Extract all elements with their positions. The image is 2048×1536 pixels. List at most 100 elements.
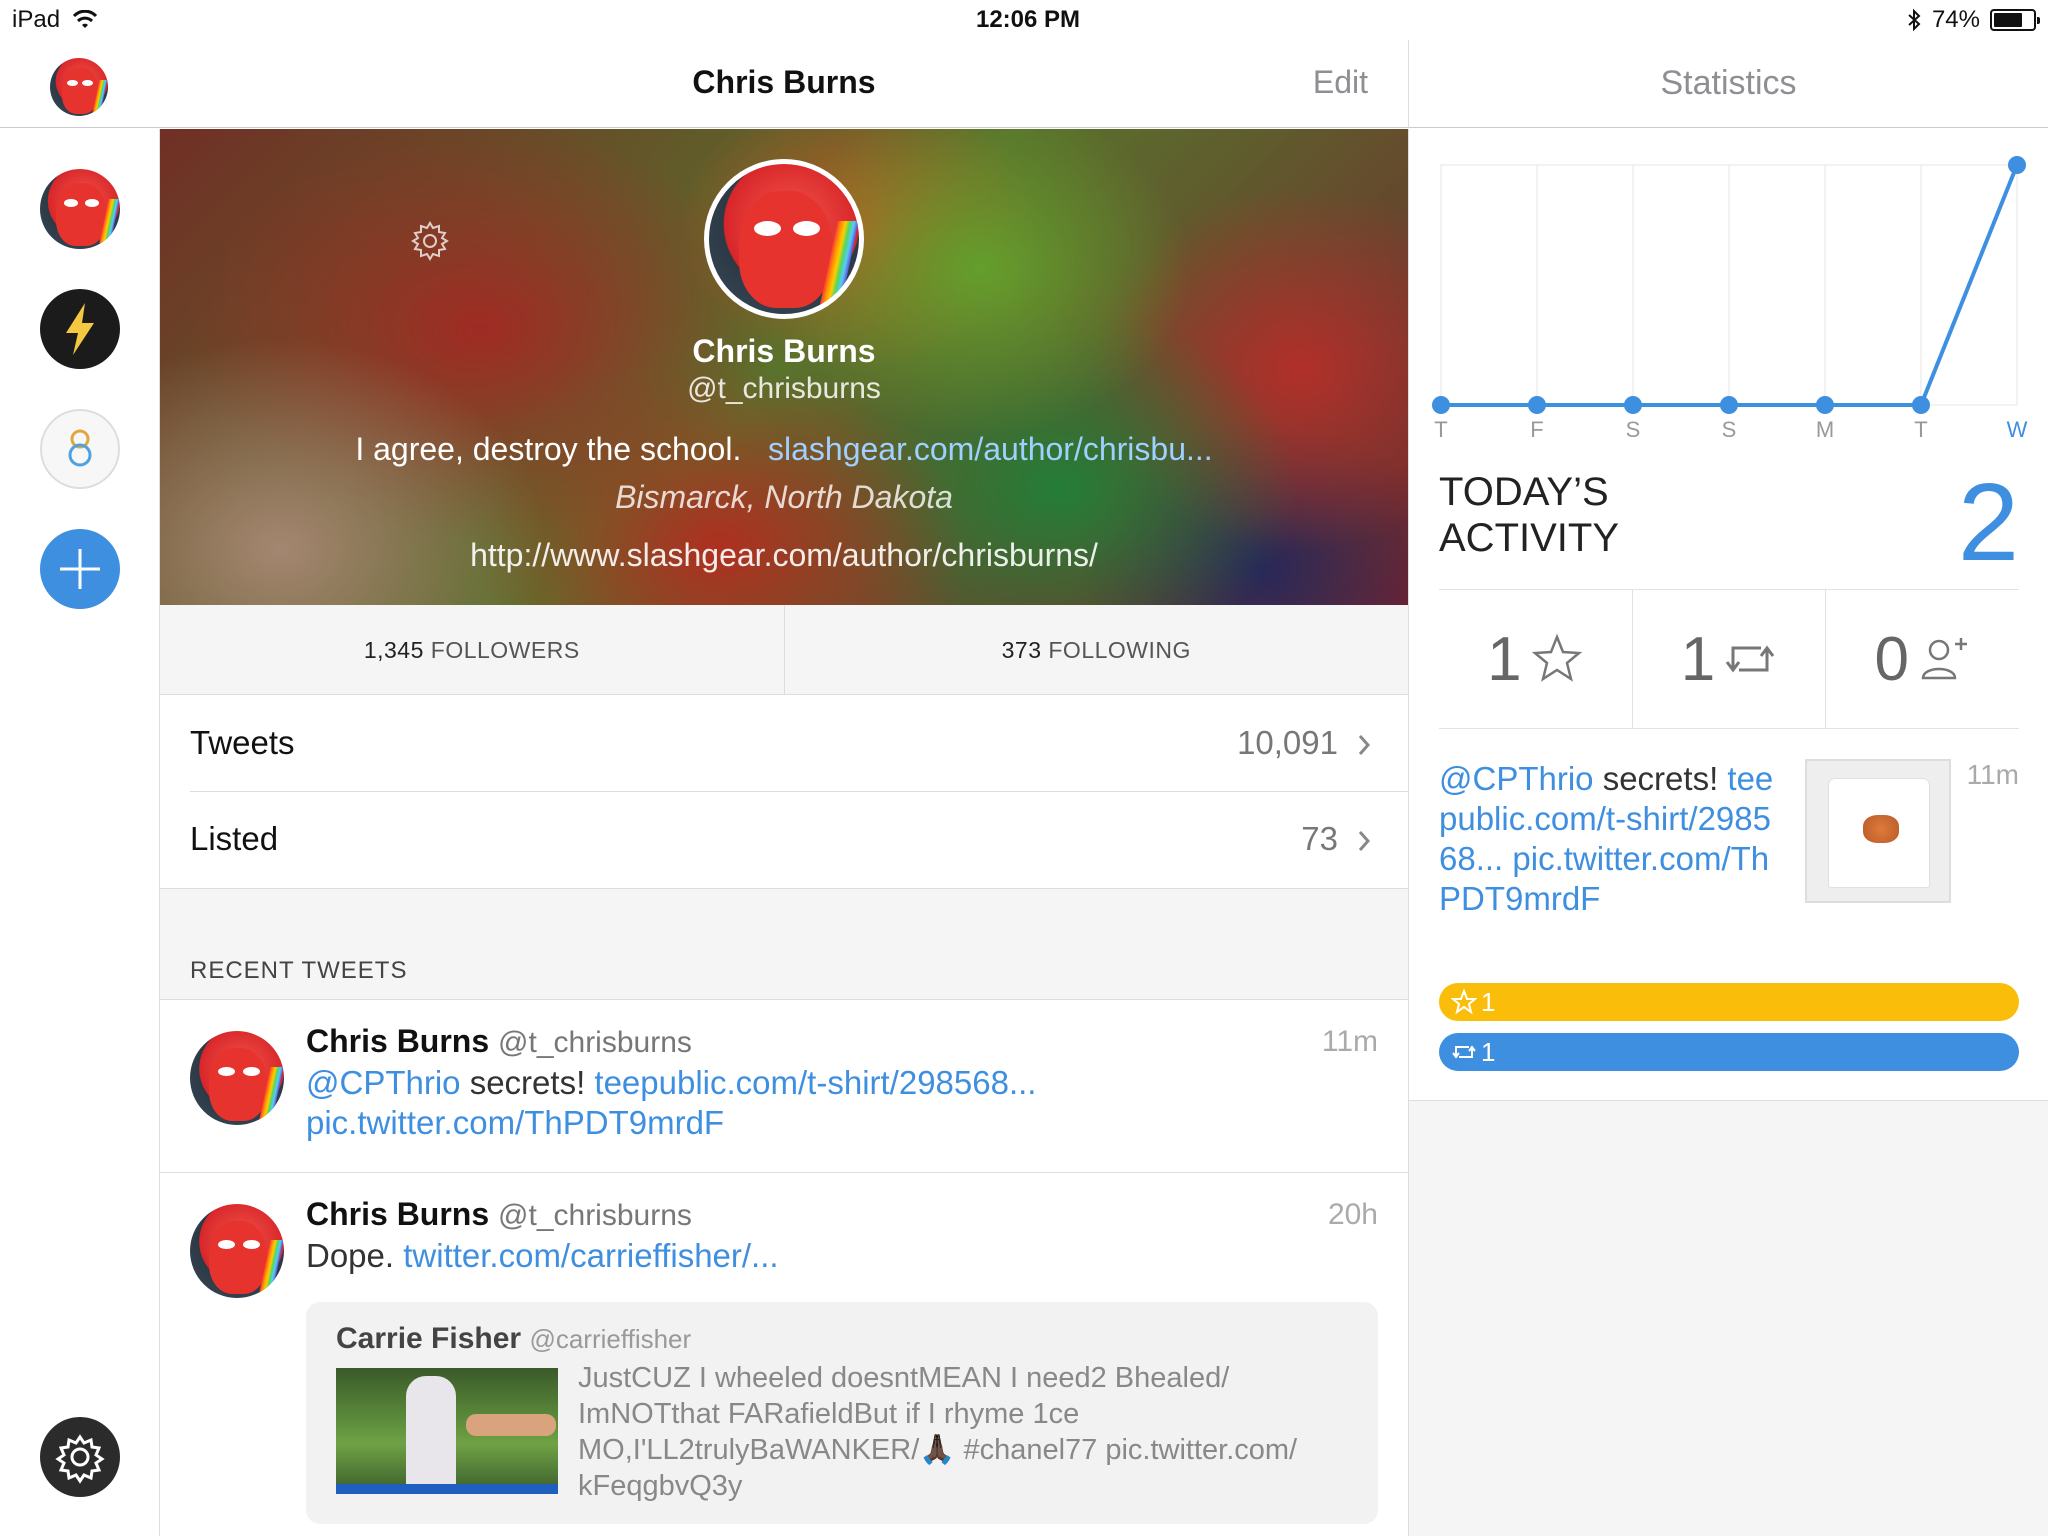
retweet-icon: [1452, 1045, 1476, 1059]
add-account-button[interactable]: [40, 529, 120, 609]
stats-top-tweet[interactable]: @CPThrio secrets! teepublic.com/t-shirt/…: [1439, 759, 2019, 959]
sidebar-ios8-account[interactable]: [40, 409, 120, 489]
quoted-author-name: Carrie Fisher: [336, 1322, 522, 1355]
settings-button[interactable]: [40, 1417, 120, 1497]
tweet-time: 11m: [1321, 1025, 1378, 1058]
tweet-avatar[interactable]: [190, 1204, 284, 1298]
bio-text: I agree, destroy the school.: [355, 431, 742, 467]
edit-button[interactable]: Edit: [1313, 64, 1368, 101]
profile-navbar: Chris Burns Edit: [0, 40, 1408, 128]
chart-point: [1720, 396, 1738, 414]
chart-x-tick-label: S: [1722, 417, 1737, 442]
recent-tweets-label: RECENT TWEETS: [190, 957, 408, 984]
profile-url[interactable]: http://www.slashgear.com/author/chrisbur…: [160, 537, 1408, 574]
tweet-body: Dope. twitter.com/carrieffisher/...: [306, 1236, 1366, 1276]
quoted-tweet[interactable]: Carrie Fisher @carrieffisher JustCUZ I w…: [306, 1302, 1378, 1524]
listed-row-label: Listed: [190, 820, 279, 857]
followers-count[interactable]: 1,345 FOLLOWERS: [160, 605, 784, 694]
stats-tweet-text: @CPThrio secrets! teepublic.com/t-shirt/…: [1439, 759, 1779, 919]
following-value: 373: [1001, 637, 1042, 663]
clock: 12:06 PM: [975, 6, 1081, 33]
chart-x-tick-label: F: [1530, 417, 1543, 442]
retweets-count: 1: [1680, 624, 1716, 694]
following-count[interactable]: 373 FOLLOWING: [783, 605, 1409, 694]
tweet-pic-link[interactable]: pic.twitter.com/ThPDT9mrdF: [306, 1104, 724, 1141]
chart-point: [1432, 396, 1450, 414]
activity-breakdown: 1 1 0: [1439, 589, 2019, 729]
chevron-right-icon: [1358, 831, 1371, 851]
chart-point: [1624, 396, 1642, 414]
tweet-header: Chris Burns @t_chrisburns: [306, 1023, 692, 1060]
star-icon: [1451, 989, 1477, 1015]
retweets-stat[interactable]: 1: [1631, 590, 1826, 728]
quoted-tweet-text: JustCUZ I wheeled doesntMEAN I need2 Bhe…: [578, 1362, 1298, 1502]
favorites-bar-count: 1: [1481, 986, 1496, 1017]
chart-x-tick-label: W: [2007, 417, 2028, 442]
tweet-item[interactable]: Chris Burns @t_chrisburns 20h Dope. twit…: [160, 1174, 1408, 1536]
tweet-avatar[interactable]: [190, 1031, 284, 1125]
tweet-author-handle: @t_chrisburns: [498, 1199, 692, 1232]
stats-tweet-body: secrets!: [1593, 760, 1728, 797]
profile-settings-gear-icon[interactable]: [406, 217, 454, 265]
account-sidebar: [0, 129, 160, 1536]
tweets-row[interactable]: Tweets 10,091: [160, 696, 1408, 792]
battery-icon: [1990, 9, 2040, 31]
chart-x-tick-label: T: [1914, 417, 1927, 442]
tweet-item[interactable]: Chris Burns @t_chrisburns 11m @CPThrio s…: [160, 1001, 1408, 1173]
tweet-body: @CPThrio secrets! teepublic.com/t-shirt/…: [306, 1063, 1366, 1143]
retweets-bar-count: 1: [1481, 1036, 1496, 1067]
retweet-icon: [1726, 645, 1775, 673]
bio-link[interactable]: slashgear.com/author/chrisbu...: [768, 431, 1213, 467]
stats-tweet-time: 11m: [1966, 759, 2019, 790]
profile-bio: I agree, destroy the school. slashgear.c…: [160, 431, 1408, 468]
quoted-tweet-image[interactable]: [336, 1368, 558, 1494]
tweet-link[interactable]: twitter.com/carrieffisher/...: [403, 1237, 778, 1274]
chart-x-tick-label: S: [1626, 417, 1641, 442]
tweet-text: secrets!: [460, 1064, 595, 1101]
statistics-navbar: Statistics: [1408, 40, 2048, 128]
tweet-mention[interactable]: @CPThrio: [306, 1064, 461, 1101]
star-icon: [1531, 633, 1582, 682]
gear-icon: [55, 1434, 105, 1484]
followers-label: FOLLOWERS: [430, 637, 580, 663]
profile-name: Chris Burns: [692, 333, 876, 369]
sidebar-account-avatar[interactable]: [40, 169, 120, 249]
profile-handle: @t_chrisburns: [687, 372, 881, 405]
sidebar-lightning-account[interactable]: [40, 289, 120, 369]
following-label: FOLLOWING: [1048, 637, 1191, 663]
statistics-title: Statistics: [1660, 64, 1797, 102]
profile-location: Bismarck, North Dakota: [615, 479, 953, 515]
favorites-bar: 1: [1439, 983, 2019, 1021]
status-bar: iPad 12:06 PM 74%: [0, 0, 2048, 40]
quoted-author-handle: @carrieffisher: [529, 1324, 692, 1354]
tweet-link[interactable]: teepublic.com/t-shirt/298568...: [594, 1064, 1036, 1101]
chart-point: [2008, 156, 2026, 174]
favorites-count: 1: [1487, 624, 1522, 694]
listed-row[interactable]: Listed 73: [160, 792, 1408, 888]
follow-counts: 1,345 FOLLOWERS 373 FOLLOWING: [160, 605, 1408, 695]
new-followers-stat[interactable]: 0: [1825, 590, 2019, 728]
profile-avatar[interactable]: [704, 159, 864, 319]
tweet-author-handle: @t_chrisburns: [498, 1026, 692, 1059]
statistics-panel: TFSSMTW TODAY’S ACTIVITY 2 1 1 0 @CPThri…: [1408, 129, 2048, 1536]
bluetooth-icon: [1908, 8, 1921, 32]
favorites-stat[interactable]: 1: [1439, 590, 1632, 728]
retweets-bar: 1: [1439, 1033, 2019, 1071]
battery-percent: 74%: [1931, 6, 1980, 33]
profile-header: Chris Burns @t_chrisburns I agree, destr…: [160, 129, 1408, 605]
tweet-text: Dope.: [306, 1237, 404, 1274]
stats-tweet-thumbnail[interactable]: [1805, 759, 1951, 903]
add-follower-icon: [1921, 638, 1967, 680]
chart-point: [1912, 396, 1930, 414]
tweet-header: Chris Burns @t_chrisburns: [306, 1196, 692, 1233]
tweets-row-value: 10,091: [1237, 724, 1338, 761]
chevron-right-icon: [1358, 735, 1371, 755]
chart-x-tick-label: M: [1816, 417, 1834, 442]
stats-tweet-mention[interactable]: @CPThrio: [1439, 760, 1594, 797]
followers-value: 1,345: [363, 637, 424, 663]
plus-icon: [60, 549, 100, 589]
new-followers-count: 0: [1874, 624, 1909, 694]
activity-chart: TFSSMTW: [1432, 156, 2028, 442]
today-activity-title: TODAY’S ACTIVITY: [1439, 470, 1620, 560]
chart-x-tick-label: T: [1434, 417, 1447, 442]
